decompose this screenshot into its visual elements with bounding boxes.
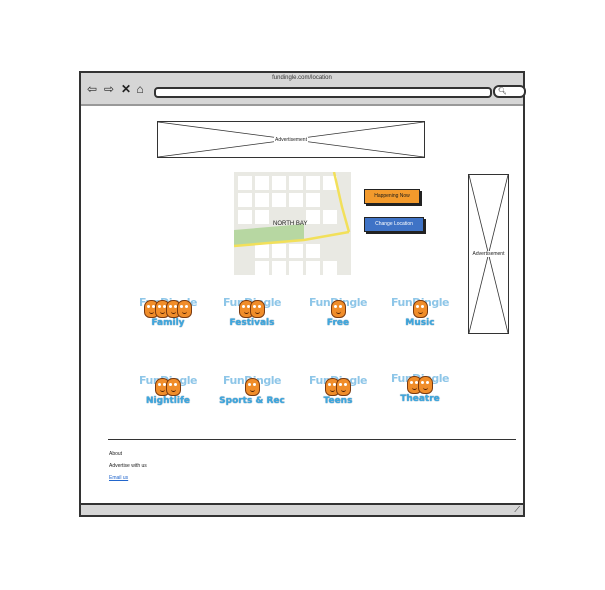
close-icon[interactable]: ✕ xyxy=(120,83,132,95)
category-label: Free xyxy=(326,318,350,328)
category-label: Theatre xyxy=(400,394,440,404)
happening-now-button[interactable]: Happening Now xyxy=(364,189,420,204)
change-location-button[interactable]: Change Location xyxy=(364,217,424,232)
map-city-label: NORTH BAY xyxy=(273,221,308,227)
category-family[interactable]: FunDingle Family xyxy=(132,296,204,338)
category-label: Nightlife xyxy=(146,396,190,406)
category-nightlife[interactable]: FunDingle Nightlife xyxy=(132,374,204,416)
arrow-left-icon[interactable]: ⇦ xyxy=(86,83,98,95)
footer-about-link[interactable]: About xyxy=(109,451,122,457)
category-music[interactable]: FunDingle Music xyxy=(384,296,456,338)
resize-handle-icon[interactable]: ⟋ xyxy=(514,505,520,515)
category-label: Family xyxy=(151,318,185,328)
address-bar[interactable] xyxy=(154,87,492,98)
footer-divider xyxy=(108,439,516,440)
category-festivals[interactable]: FunDingle Festivals xyxy=(216,296,288,338)
status-bar: ⟋ xyxy=(81,503,523,515)
category-teens[interactable]: FunDingle Teens xyxy=(302,374,374,416)
footer-email-link[interactable]: Email us xyxy=(109,475,128,481)
category-label: Sports & Rec xyxy=(219,396,285,406)
side-advertisement-label: Advertisement xyxy=(471,251,506,257)
category-sports-rec[interactable]: FunDingle Sports & Rec xyxy=(216,374,288,416)
category-label: Teens xyxy=(323,396,353,406)
category-label: Festivals xyxy=(229,318,275,328)
category-theatre[interactable]: FunDingle Theatre xyxy=(384,372,456,414)
home-icon[interactable]: ⌂ xyxy=(134,83,146,95)
toolbar-divider xyxy=(81,104,523,106)
side-advertisement[interactable]: Advertisement xyxy=(468,174,509,334)
footer-advertise-link[interactable]: Advertise with us xyxy=(109,463,147,469)
top-advertisement-label: Advertisement xyxy=(274,136,308,143)
top-advertisement[interactable]: Advertisement xyxy=(157,121,425,158)
url-title: fundingle.com/location xyxy=(272,75,332,81)
browser-titlebar: fundingle.com/location ⇦ ⇨ ✕ ⌂ 🔍︎ xyxy=(81,73,526,106)
category-free[interactable]: FunDingle Free xyxy=(302,296,374,338)
arrow-right-icon[interactable]: ⇨ xyxy=(103,83,115,95)
category-label: Music xyxy=(405,318,435,328)
location-map[interactable]: NORTH BAY xyxy=(234,172,351,275)
search-icon[interactable]: 🔍︎ xyxy=(493,85,526,98)
